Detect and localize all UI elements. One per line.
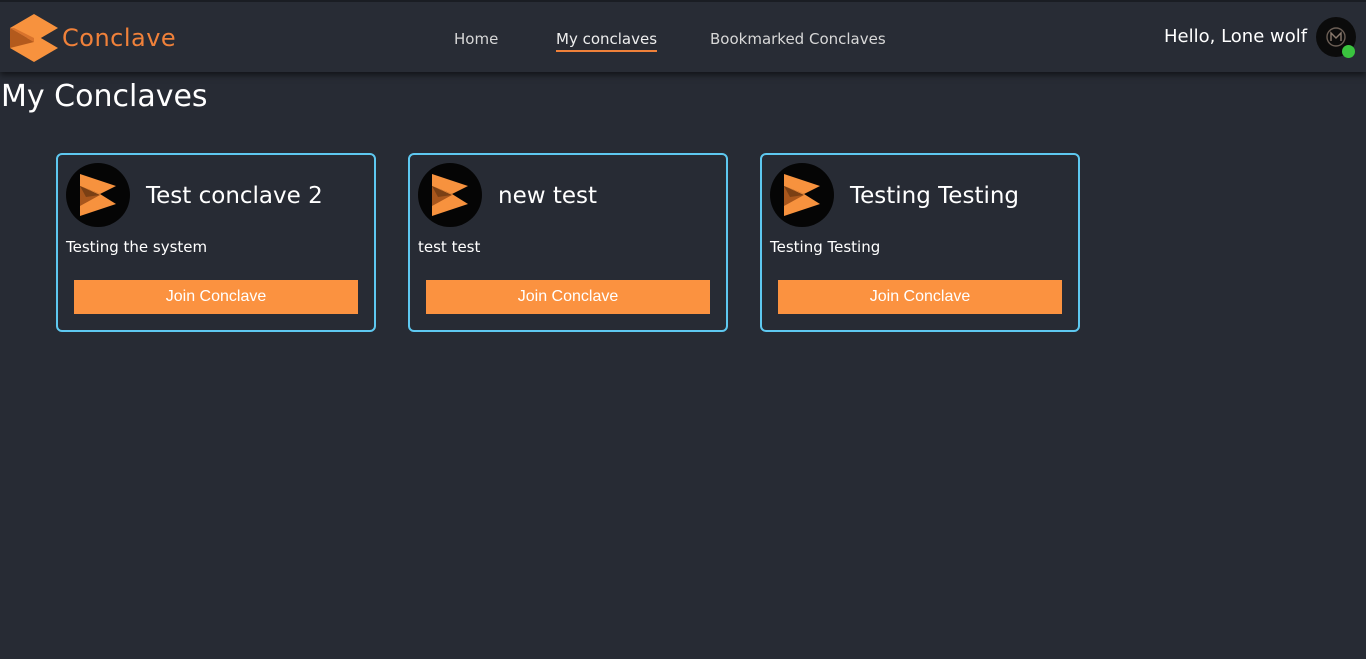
nav-bookmarked-conclaves[interactable]: Bookmarked Conclaves: [710, 30, 886, 48]
join-conclave-button[interactable]: Join Conclave: [426, 280, 710, 314]
brand[interactable]: Conclave: [8, 12, 176, 64]
conclave-card: new test test test Join Conclave: [408, 153, 728, 332]
join-conclave-button[interactable]: Join Conclave: [778, 280, 1062, 314]
conclave-title[interactable]: Testing Testing: [850, 183, 1019, 209]
top-navbar: Conclave Home My conclaves Bookmarked Co…: [0, 0, 1366, 72]
conclave-description: Testing Testing: [770, 238, 881, 256]
page-title: My Conclaves: [1, 79, 208, 114]
conclave-title[interactable]: Test conclave 2: [146, 183, 323, 209]
conclave-title[interactable]: new test: [498, 183, 597, 209]
join-conclave-button[interactable]: Join Conclave: [74, 280, 358, 314]
conclave-avatar-icon: [66, 163, 130, 227]
conclave-avatar-icon: [418, 163, 482, 227]
conclave-logo-icon: [432, 174, 468, 216]
online-status-dot: [1342, 45, 1355, 58]
conclave-avatar-icon: [770, 163, 834, 227]
brand-name: Conclave: [62, 24, 177, 52]
conclave-description: test test: [418, 238, 481, 256]
nav-home[interactable]: Home: [454, 30, 498, 48]
conclave-logo-icon: [10, 14, 58, 62]
conclave-logo-icon: [80, 174, 116, 216]
conclave-card: Test conclave 2 Testing the system Join …: [56, 153, 376, 332]
conclave-card: Testing Testing Testing Testing Join Con…: [760, 153, 1080, 332]
conclave-description: Testing the system: [66, 238, 208, 256]
nav-my-conclaves[interactable]: My conclaves: [556, 30, 658, 52]
conclave-logo-icon: [784, 174, 820, 216]
avatar-monogram-icon: [1326, 27, 1346, 47]
user-greeting: Hello, Lone wolf: [1164, 26, 1308, 47]
